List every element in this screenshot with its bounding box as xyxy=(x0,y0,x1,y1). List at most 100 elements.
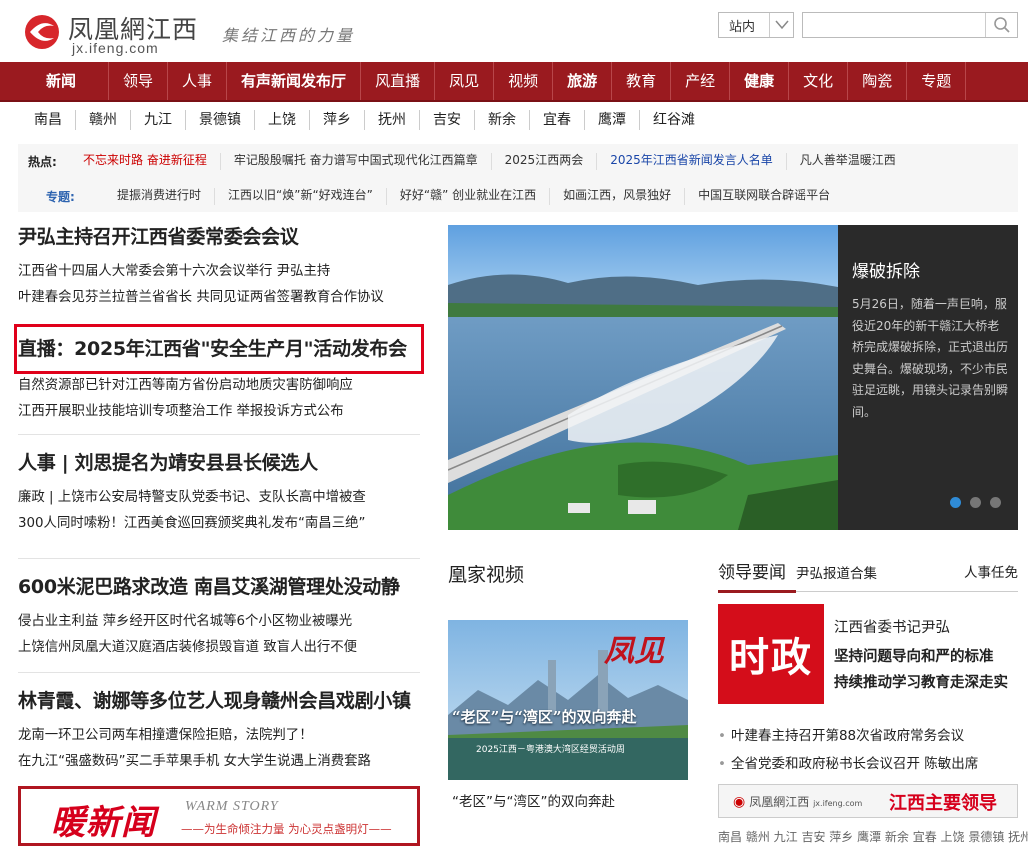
nav-item[interactable]: 视频 xyxy=(494,62,554,100)
tab-leaders-news[interactable]: 领导要闻 xyxy=(718,558,786,583)
nav-item[interactable]: 有声新闻发布厅 xyxy=(227,62,362,100)
news-sub[interactable]: 300人同时嗦粉！江西美食巡回赛颁奖典礼发布“南昌三绝” xyxy=(18,516,365,531)
city-link[interactable]: 九江 xyxy=(131,110,186,130)
nav-item[interactable]: 新闻 xyxy=(10,62,110,100)
news-sub[interactable]: 江西开展职业技能培训专项整治工作 举报投诉方式公布 xyxy=(18,404,344,419)
nav-item[interactable]: 风直播 xyxy=(361,62,436,100)
special-link[interactable]: 江西以旧“焕”新“好戏连台” xyxy=(215,188,387,205)
city-link[interactable]: 景德镇 xyxy=(186,110,255,130)
news-sub[interactable]: 侵占业主利益 萍乡经开区时代名城等6个小区物业被曝光 xyxy=(18,614,352,629)
special-link[interactable]: 中国互联网联合辟谣平台 xyxy=(685,188,843,205)
city-link[interactable]: 吉安 xyxy=(420,110,475,130)
special-link[interactable]: 提振消费进行时 xyxy=(104,188,216,205)
highlight-box xyxy=(14,324,424,374)
nav-item[interactable]: 健康 xyxy=(730,62,790,100)
city-link[interactable]: 萍乡 xyxy=(310,110,365,130)
search-input[interactable] xyxy=(802,12,1018,38)
search-icon[interactable] xyxy=(985,13,1017,37)
nav-item[interactable]: 教育 xyxy=(612,62,672,100)
special-link[interactable]: 如画江西，风景独好 xyxy=(550,188,686,205)
leaders-banner[interactable]: ◉ 凤凰網江西 jx.ifeng.com 江西主要领导 xyxy=(718,784,1018,818)
site-header: 凤凰網江西 jx.ifeng.com 集结江西的力量 站内 xyxy=(0,0,1028,62)
special-label: 专题: xyxy=(46,190,75,204)
slider-dot[interactable] xyxy=(950,497,961,508)
leaders-headline[interactable]: 江西省委书记尹弘 坚持问题导向和严的标准 持续推动学习教育走深走实 xyxy=(834,618,1008,696)
hot-link[interactable]: 2025江西两会 xyxy=(492,153,598,170)
news-headline[interactable]: 600米泥巴路求改造 南昌艾溪湖管理处没动静 xyxy=(18,576,400,598)
leader-bullet-1[interactable]: 叶建春主持召开第88次省政府常务会议 xyxy=(718,724,964,744)
news-block: 林青霞、谢娜等多位艺人现身赣州会昌戏剧小镇龙南一环卫公司两车相撞遭保险拒赔，法院… xyxy=(18,686,420,775)
video-caption[interactable]: “老区”与“湾区”的双向奔赴 xyxy=(452,790,615,810)
city-link[interactable]: 新余 xyxy=(475,110,530,130)
news-sub[interactable]: 在九江“强盛数码”买二手苹果手机 女大学生说遇上消费套路 xyxy=(18,754,371,769)
city-link[interactable]: 赣州 xyxy=(76,110,131,130)
leader-bullet-2[interactable]: 全省党委和政府秘书长会议召开 陈敏出席 xyxy=(718,752,978,772)
slider-dot[interactable] xyxy=(970,497,981,508)
warm-news-sub: ——为生命倾注力量 为心灵点盏明灯—— xyxy=(181,822,392,836)
hot-link[interactable]: 2025年江西省新闻发言人名单 xyxy=(597,153,787,170)
nav-item[interactable]: 产经 xyxy=(671,62,731,100)
city-link[interactable]: 红谷滩 xyxy=(640,110,708,130)
warm-news-en: WARM STORY xyxy=(185,799,279,814)
news-block: 600米泥巴路求改造 南昌艾溪湖管理处没动静侵占业主利益 萍乡经开区时代名城等6… xyxy=(18,572,420,661)
news-divider xyxy=(18,558,420,559)
slider-photo[interactable] xyxy=(448,225,838,530)
news-sub[interactable]: 自然资源部已针对江西等南方省份启动地质灾害防御响应 xyxy=(18,378,353,393)
main-nav: 新闻 领导 人事 有声新闻发布厅 风直播 凤见 视频 旅游 教育 产经 健康 文化 陶瓷 专题 xyxy=(0,62,1028,102)
chevron-down-icon[interactable] xyxy=(769,13,793,37)
nav-item[interactable]: 领导 xyxy=(109,62,169,100)
warm-news-title: 暖新闻 xyxy=(51,803,156,843)
slider-title: 爆破拆除 xyxy=(852,262,920,282)
city-link[interactable]: 宜春 xyxy=(530,110,585,130)
warm-news-banner[interactable]: 暖新闻 WARM STORY ——为生命倾注力量 为心灵点盏明灯—— xyxy=(18,786,420,846)
city-link[interactable]: 上饶 xyxy=(255,110,310,130)
video-thumbnail[interactable]: 凤见 “老区”与“湾区”的双向奔赴 2025江西－粤港澳大湾区经贸活动周 xyxy=(448,620,688,780)
city-link[interactable]: 抚州 xyxy=(365,110,420,130)
search-scope-label: 站内 xyxy=(729,19,756,35)
hot-topics-bar: 热点: 不忘来时路 奋进新征程 牢记殷殷嘱托 奋力谱写中国式现代化江西篇章 2025… xyxy=(18,144,1018,212)
tab-yinhong-collection[interactable]: 尹弘报道合集 xyxy=(796,562,877,582)
banner-logo-text: 凤凰網江西 xyxy=(749,795,810,809)
news-sub[interactable]: 上饶信州凤凰大道汉庭酒店装修损毁盲道 致盲人出行不便 xyxy=(18,640,357,655)
news-sub[interactable]: 龙南一环卫公司两车相撞遭保险拒赔，法院判了！ xyxy=(18,728,313,743)
site-logo[interactable]: 凤凰網江西 jx.ifeng.com 集结江西的力量 xyxy=(22,8,362,56)
special-link[interactable]: 好好“赣” 创业就业在江西 xyxy=(387,188,551,205)
nav-item[interactable]: 专题 xyxy=(907,62,967,100)
news-sub[interactable]: 廉政 | 上饶市公安局特警支队党委书记、支队长高中增被查 xyxy=(18,490,366,505)
news-sub[interactable]: 叶建春会见芬兰拉普兰省省长 共同见证两省签署教育合作协议 xyxy=(18,290,384,305)
nav-item[interactable]: 旅游 xyxy=(553,62,613,100)
slider-caption[interactable]: 爆破拆除 5月26日，随着一声巨响，服役近20年的新干赣江大桥老桥完成爆破拆除，… xyxy=(838,225,1018,530)
news-headline[interactable]: 尹弘主持召开江西省委常委会会议 xyxy=(18,226,299,248)
city-link[interactable]: 鹰潭 xyxy=(585,110,640,130)
nav-item[interactable]: 文化 xyxy=(789,62,849,100)
slider-dot[interactable] xyxy=(990,497,1001,508)
hot-link[interactable]: 牢记殷殷嘱托 奋力谱写中国式现代化江西篇章 xyxy=(221,153,492,170)
slider-dots xyxy=(950,497,1001,508)
search-area: 站内 xyxy=(718,12,1018,38)
leaders-tabs: 领导要闻 尹弘报道合集 人事任免 xyxy=(718,558,1018,593)
banner-logo: ◉ 凤凰網江西 jx.ifeng.com xyxy=(733,793,862,810)
leader-line-1: 江西省委书记尹弘 xyxy=(834,620,950,636)
news-headline[interactable]: 林青霞、谢娜等多位艺人现身赣州会昌戏剧小镇 xyxy=(18,690,411,712)
news-sub[interactable]: 江西省十四届人大常委会第十六次会议举行 尹弘主持 xyxy=(18,264,330,279)
hot-link[interactable]: 不忘来时路 奋进新征程 xyxy=(70,153,221,170)
city-link[interactable]: 南昌 xyxy=(18,110,76,130)
leaders-city-line[interactable]: 南昌 赣州 九江 吉安 萍乡 鹰潭 新余 宜春 上饶 景德镇 抚州 xyxy=(718,828,1028,845)
banner-logo-domain: jx.ifeng.com xyxy=(813,799,863,808)
city-nav: 南昌 赣州 九江 景德镇 上饶 萍乡 抚州 吉安 新余 宜春 鹰潭 红谷滩 xyxy=(18,110,708,130)
tab-personnel[interactable]: 人事任免 xyxy=(964,561,1018,581)
hot-link[interactable]: 凡人善举温暖江西 xyxy=(787,153,909,170)
leaders-section: 领导要闻 尹弘报道合集 人事任免 时政 江西省委书记尹弘 坚持问题导向和严的标准… xyxy=(718,558,1028,844)
news-headline[interactable]: 人事 | 刘思提名为靖安县县长候选人 xyxy=(18,452,318,474)
video-section-title: 凰家视频 xyxy=(448,564,525,586)
logo-domain: jx.ifeng.com xyxy=(72,40,159,56)
nav-item[interactable]: 陶瓷 xyxy=(848,62,908,100)
nav-item[interactable]: 人事 xyxy=(168,62,228,100)
news-divider xyxy=(18,672,420,673)
nav-item[interactable]: 凤见 xyxy=(435,62,495,100)
search-scope-select[interactable]: 站内 xyxy=(718,12,794,38)
leader-line-2: 坚持问题导向和严的标准 xyxy=(834,649,994,665)
politics-badge[interactable]: 时政 xyxy=(718,604,824,704)
photo-slider[interactable]: 爆破拆除 5月26日，随着一声巨响，服役近20年的新干赣江大桥老桥完成爆破拆除，… xyxy=(448,225,1018,530)
